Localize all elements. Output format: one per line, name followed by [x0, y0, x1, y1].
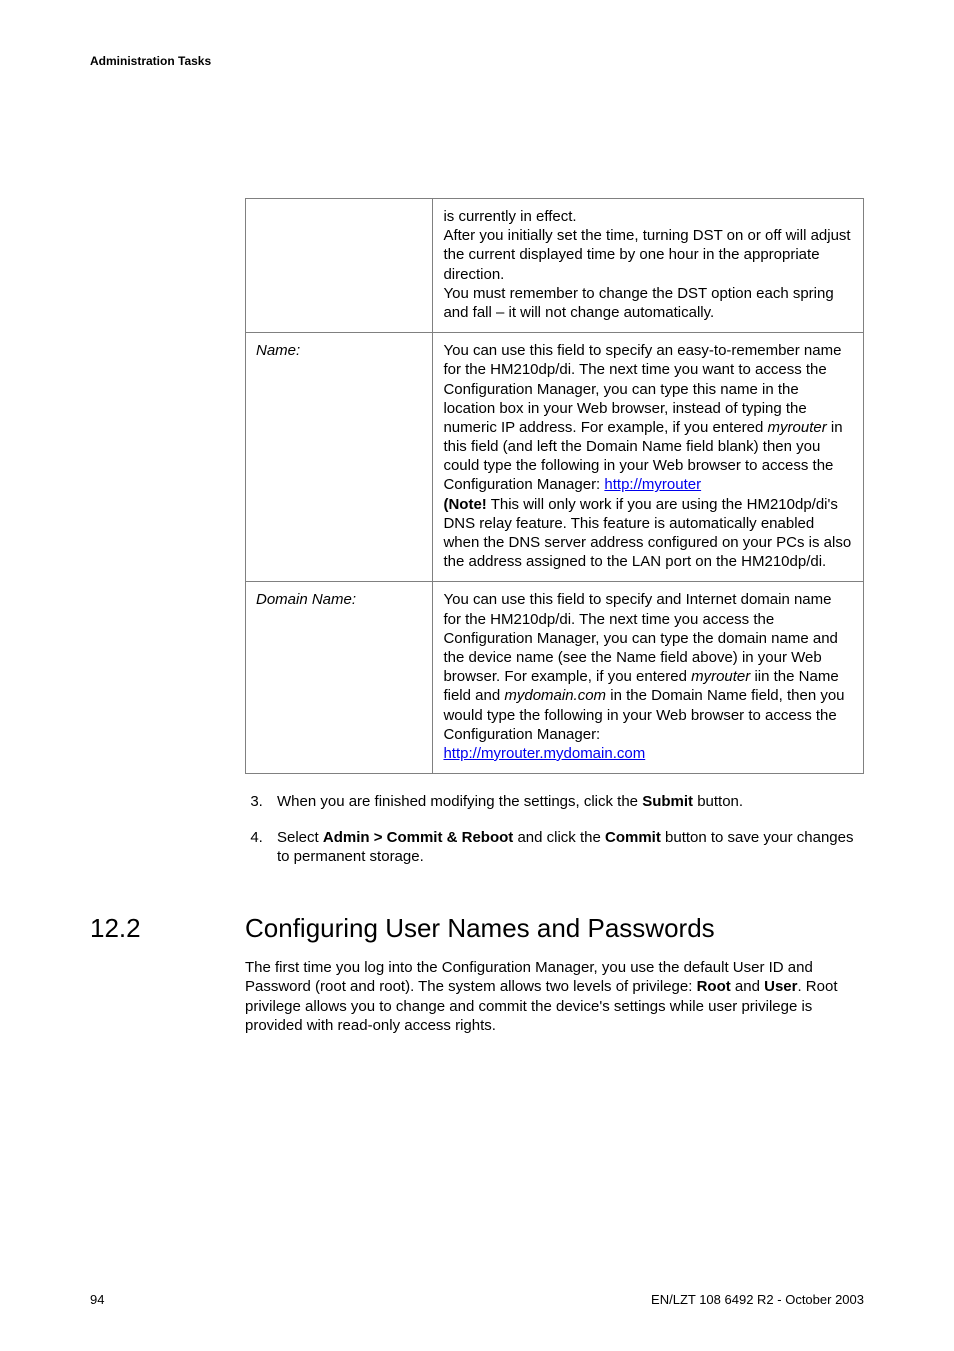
page-footer: 94 EN/LZT 108 6492 R2 - October 2003	[90, 1292, 864, 1307]
section-body: The first time you log into the Configur…	[245, 958, 864, 1036]
hyperlink[interactable]: http://myrouter	[604, 476, 701, 493]
instruction-steps: When you are finished modifying the sett…	[245, 792, 864, 867]
section-title: Configuring User Names and Passwords	[245, 913, 715, 944]
footer-doc-id: EN/LZT 108 6492 R2 - October 2003	[651, 1292, 864, 1307]
table-row-description: You can use this field to specify and In…	[433, 582, 864, 774]
instruction-step: Select Admin > Commit & Reboot and click…	[267, 828, 864, 867]
table-row-label	[246, 199, 433, 333]
section-heading: 12.2 Configuring User Names and Password…	[90, 913, 864, 944]
table-row: Name:You can use this field to specify a…	[246, 333, 864, 582]
table-row-label: Name:	[246, 333, 433, 582]
settings-table: is currently in effect.After you initial…	[245, 198, 864, 774]
table-row: Domain Name:You can use this field to sp…	[246, 582, 864, 774]
table-row-description: You can use this field to specify an eas…	[433, 333, 864, 582]
section-number: 12.2	[90, 913, 245, 944]
table-row-description: is currently in effect.After you initial…	[433, 199, 864, 333]
table-row-label: Domain Name:	[246, 582, 433, 774]
instruction-step: When you are finished modifying the sett…	[267, 792, 864, 812]
page-number: 94	[90, 1292, 104, 1307]
hyperlink[interactable]: http://myrouter.mydomain.com	[443, 745, 645, 762]
running-header: Administration Tasks	[90, 54, 864, 68]
table-row: is currently in effect.After you initial…	[246, 199, 864, 333]
